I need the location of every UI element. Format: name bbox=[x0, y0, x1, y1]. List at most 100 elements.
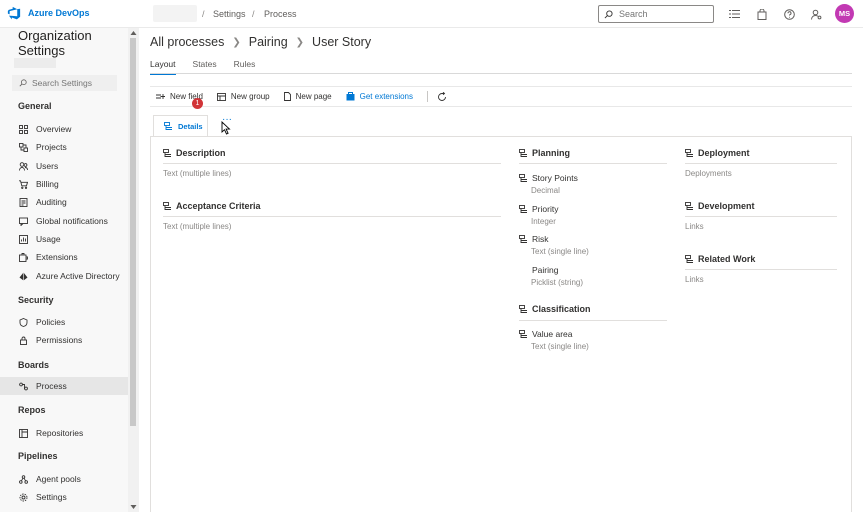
sidebar-item-label: Repositories bbox=[36, 428, 84, 438]
auditing-icon bbox=[19, 197, 28, 207]
sidebar-item-label: Settings bbox=[36, 492, 67, 502]
field-type[interactable]: Deployments bbox=[685, 169, 732, 178]
field-icon bbox=[519, 204, 527, 213]
new-group-icon bbox=[216, 92, 226, 101]
get-extensions-button[interactable]: Get extensions bbox=[346, 92, 413, 101]
field-type[interactable]: Links bbox=[685, 275, 704, 284]
sidebar-item-repositories[interactable]: Repositories bbox=[0, 424, 128, 442]
sidebar-item-label: Policies bbox=[36, 317, 66, 327]
brand[interactable]: Azure DevOps bbox=[7, 6, 90, 20]
breadcrumb-process[interactable]: Process bbox=[264, 9, 297, 19]
sidebar-scrollbar[interactable] bbox=[128, 28, 139, 512]
sidebar-item-auditing[interactable]: Auditing bbox=[0, 193, 128, 211]
sidebar-item-settings[interactable]: Settings bbox=[0, 488, 128, 506]
field-label: Pairing bbox=[532, 265, 559, 275]
field-label: Value area bbox=[532, 329, 573, 339]
refresh-button[interactable] bbox=[437, 91, 447, 102]
scroll-down-icon[interactable] bbox=[130, 504, 137, 510]
sidebar-item-users[interactable]: Users bbox=[0, 157, 128, 175]
sidebar-item-overview[interactable]: Overview bbox=[0, 120, 128, 138]
field-type[interactable]: Links bbox=[685, 222, 704, 231]
sidebar-item-policies[interactable]: Policies bbox=[0, 313, 128, 331]
sidebar-item-azure-active-directory[interactable]: Azure Active Directory bbox=[0, 267, 128, 285]
layout-page-tabs: Details ··· bbox=[150, 112, 852, 137]
scrollbar-thumb[interactable] bbox=[130, 38, 136, 426]
brand-name: Azure DevOps bbox=[28, 8, 90, 18]
sidebar-item-billing[interactable]: Billing bbox=[0, 175, 128, 193]
sidebar-item-agent-pools[interactable]: Agent pools bbox=[0, 470, 128, 488]
field-type[interactable]: Text (multiple lines) bbox=[163, 169, 231, 178]
group-development[interactable]: Development bbox=[685, 201, 755, 211]
global-search[interactable] bbox=[598, 5, 714, 23]
get-extensions-label: Get extensions bbox=[359, 92, 413, 101]
list-icon[interactable] bbox=[728, 8, 740, 20]
search-input[interactable] bbox=[619, 9, 709, 19]
group-title: Deployment bbox=[698, 148, 750, 158]
org-breadcrumb-placeholder[interactable] bbox=[153, 5, 197, 22]
field-pairing[interactable]: Pairing bbox=[532, 265, 558, 275]
sidebar-item-label: Users bbox=[36, 161, 59, 171]
breadcrumb-all-processes[interactable]: All processes bbox=[150, 35, 224, 49]
page-tab-label: Details bbox=[178, 122, 203, 131]
settings-search[interactable] bbox=[12, 75, 117, 91]
group-deployment[interactable]: Deployment bbox=[685, 148, 750, 158]
sidebar-item-permissions[interactable]: Permissions bbox=[0, 331, 128, 349]
new-page-label: New page bbox=[295, 92, 332, 101]
step-badge: 1 bbox=[192, 98, 203, 109]
sidebar-item-process[interactable]: Process bbox=[0, 377, 128, 395]
sidebar-item-projects[interactable]: Projects bbox=[0, 138, 128, 156]
group-classification[interactable]: Classification bbox=[519, 304, 591, 314]
shopping-bag-icon[interactable] bbox=[756, 8, 768, 20]
group-title: Related Work bbox=[698, 254, 756, 264]
group-icon bbox=[685, 201, 693, 210]
scroll-up-icon[interactable] bbox=[130, 30, 137, 36]
new-group-button[interactable]: New group bbox=[216, 92, 270, 101]
projects-icon bbox=[19, 142, 28, 152]
sidebar-item-label: Extensions bbox=[36, 252, 78, 262]
settings-search-input[interactable] bbox=[32, 78, 112, 88]
section-security: Security bbox=[18, 295, 54, 305]
group-related-work[interactable]: Related Work bbox=[685, 254, 755, 264]
sidebar-item-global-notifications[interactable]: Global notifications bbox=[0, 212, 128, 230]
permissions-icon bbox=[19, 336, 28, 345]
help-icon[interactable] bbox=[783, 8, 795, 20]
avatar[interactable]: MS bbox=[835, 4, 854, 23]
agent-pools-icon bbox=[19, 474, 28, 484]
sidebar-item-label: Process bbox=[36, 381, 67, 391]
page-breadcrumb: All processes ❯ Pairing ❯ User Story bbox=[150, 35, 371, 49]
refresh-icon bbox=[438, 91, 446, 101]
group-planning[interactable]: Planning bbox=[519, 148, 570, 158]
user-settings-icon[interactable] bbox=[810, 8, 822, 20]
group-acceptance-criteria[interactable]: Acceptance Criteria bbox=[163, 201, 261, 211]
new-group-label: New group bbox=[230, 92, 270, 101]
group-divider bbox=[163, 216, 501, 217]
field-value-area[interactable]: Value area bbox=[519, 329, 572, 339]
section-boards: Boards bbox=[18, 360, 50, 370]
field-type: Picklist (string) bbox=[531, 278, 584, 287]
marketplace-icon bbox=[346, 92, 355, 101]
field-risk[interactable]: Risk bbox=[519, 234, 549, 244]
group-divider bbox=[685, 216, 837, 217]
top-bar: Azure DevOps / Settings / Process MS bbox=[0, 0, 863, 28]
group-divider bbox=[163, 163, 501, 164]
mouse-cursor-icon bbox=[221, 121, 231, 135]
sidebar-item-extensions[interactable]: Extensions bbox=[0, 248, 128, 266]
page-tab-details[interactable]: Details bbox=[153, 115, 208, 137]
usage-icon bbox=[19, 234, 28, 244]
field-label: Story Points bbox=[532, 173, 578, 183]
field-story-points[interactable]: Story Points bbox=[519, 173, 578, 183]
field-priority[interactable]: Priority bbox=[519, 204, 558, 214]
group-title: Development bbox=[698, 201, 755, 211]
sidebar-item-usage[interactable]: Usage bbox=[0, 230, 128, 248]
section-repos: Repos bbox=[18, 405, 46, 415]
field-type[interactable]: Text (multiple lines) bbox=[163, 222, 231, 231]
breadcrumb-settings[interactable]: Settings bbox=[213, 9, 246, 19]
sidebar-item-label: Billing bbox=[36, 179, 59, 189]
breadcrumb-pairing[interactable]: Pairing bbox=[249, 35, 288, 49]
group-description[interactable]: Description bbox=[163, 148, 226, 158]
azure-devops-logo-icon bbox=[7, 6, 21, 20]
new-page-button[interactable]: New page bbox=[283, 92, 332, 101]
process-icon bbox=[19, 382, 28, 391]
breadcrumb-separator: / bbox=[252, 9, 255, 19]
sidebar-item-label: Global notifications bbox=[36, 216, 108, 226]
